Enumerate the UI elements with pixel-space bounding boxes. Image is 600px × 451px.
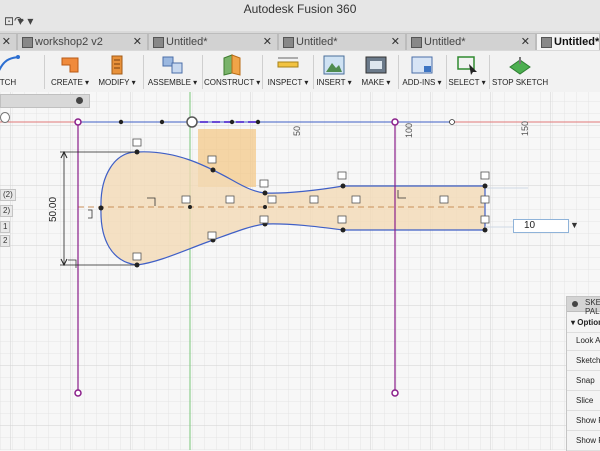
side-label: 1 xyxy=(0,221,11,233)
assemble-icon xyxy=(162,56,182,74)
document-icon xyxy=(411,37,422,48)
separator xyxy=(143,55,144,89)
tab-label: Untitled* xyxy=(166,36,208,48)
palette-item-slice[interactable]: Slice xyxy=(567,390,600,411)
document-icon xyxy=(22,37,33,48)
redo-icon[interactable]: ↷ ▾ xyxy=(14,14,33,28)
tab-untitled-1[interactable]: Untitled* ✕ xyxy=(148,33,278,50)
create-label: CREATE ▾ xyxy=(50,78,90,87)
insert-image-icon xyxy=(323,55,345,75)
sketch-canvas[interactable]: 50 100 150 50.00 (2) 2) 1 2 xyxy=(0,92,600,450)
inspect-menu[interactable]: INSPECT ▾ xyxy=(265,51,311,92)
make-label: MAKE ▾ xyxy=(361,78,391,87)
stop-sketch-label: STOP SKETCH xyxy=(492,78,549,87)
sketch-label: TCH xyxy=(0,78,17,87)
side-label: 2 xyxy=(0,235,11,247)
tab-workshop2[interactable]: workshop2 v2 ✕ xyxy=(17,33,148,50)
panel-collapse-icon[interactable] xyxy=(76,97,83,104)
sketch-palette: SKETCH PALETTE ▾ Options Look At Sketch … xyxy=(566,296,600,451)
sketch-palette-header[interactable]: SKETCH PALETTE xyxy=(567,297,600,316)
construct-icon xyxy=(223,54,241,76)
stop-sketch-icon xyxy=(509,57,531,75)
palette-item-show-profile[interactable]: Show Profile xyxy=(567,410,600,431)
palette-item-show-points[interactable]: Show Points xyxy=(567,430,600,451)
close-icon[interactable]: ✕ xyxy=(521,34,530,50)
assemble-label: ASSEMBLE ▾ xyxy=(147,78,198,87)
tab-untitled-active[interactable]: Untitled* xyxy=(536,33,600,50)
separator xyxy=(446,55,447,89)
document-tabs: ✕ workshop2 v2 ✕ Untitled* ✕ Untitled* ✕… xyxy=(0,31,600,52)
palette-collapse-icon[interactable] xyxy=(572,301,578,307)
ruler-tick-50: 50 xyxy=(292,126,302,136)
create-menu[interactable]: CREATE ▾ xyxy=(48,51,92,92)
origin-visibility-icon[interactable] xyxy=(0,112,10,123)
close-icon[interactable]: ✕ xyxy=(2,34,11,50)
close-icon[interactable]: ✕ xyxy=(133,34,142,50)
addins-menu[interactable]: ADD-INS ▾ xyxy=(400,51,444,92)
assemble-menu[interactable]: ASSEMBLE ▾ xyxy=(145,51,200,92)
tab-untitled-3[interactable]: Untitled* ✕ xyxy=(406,33,536,50)
addins-label: ADD-INS ▾ xyxy=(402,78,442,87)
title-bar: Autodesk Fusion 360 ⊡ ▾ ↷ ▾ xyxy=(0,0,600,32)
tab-untitled-2[interactable]: Untitled* ✕ xyxy=(278,33,406,50)
palette-item-snap[interactable]: Snap xyxy=(567,370,600,391)
separator xyxy=(313,55,314,89)
select-menu[interactable]: SELECT ▾ xyxy=(448,51,486,92)
options-label: Options xyxy=(577,318,600,327)
sketch-button[interactable]: TCH xyxy=(0,51,28,92)
ruler-tick-150: 150 xyxy=(520,121,530,136)
separator xyxy=(398,55,399,89)
addins-icon xyxy=(411,56,433,74)
document-icon xyxy=(541,37,552,48)
dimension-input[interactable]: 10 xyxy=(513,219,569,233)
tab-label: Untitled* xyxy=(554,36,600,48)
tab-label: Untitled* xyxy=(424,36,466,48)
sketch-curve-icon xyxy=(0,55,20,72)
select-label: SELECT ▾ xyxy=(448,78,486,87)
ruler-tick-100: 100 xyxy=(404,123,414,138)
close-icon[interactable]: ✕ xyxy=(391,34,400,50)
modify-label: MODIFY ▾ xyxy=(98,78,136,87)
inspect-label: INSPECT ▾ xyxy=(267,78,309,87)
dimension-dropdown-icon[interactable]: ▼ xyxy=(570,220,579,230)
side-label: (2) xyxy=(0,189,16,201)
insert-menu[interactable]: INSERT ▾ xyxy=(315,51,353,92)
make-printer-icon xyxy=(365,56,387,74)
make-menu[interactable]: MAKE ▾ xyxy=(356,51,396,92)
separator xyxy=(202,55,203,89)
side-label: 2) xyxy=(0,205,14,217)
close-icon[interactable]: ✕ xyxy=(263,34,272,50)
sketch-graphics[interactable]: 50 100 150 50.00 xyxy=(0,92,600,450)
stop-sketch-button[interactable]: STOP SKETCH xyxy=(492,51,548,92)
window-title: Autodesk Fusion 360 xyxy=(243,2,357,16)
height-dimension[interactable]: 50.00 xyxy=(48,197,59,222)
construct-menu[interactable]: CONSTRUCT ▾ xyxy=(204,51,260,92)
document-icon xyxy=(153,37,164,48)
construct-label: CONSTRUCT ▾ xyxy=(204,78,261,87)
browser-panel-header[interactable] xyxy=(0,94,90,108)
separator xyxy=(489,55,490,89)
inspect-icon xyxy=(277,57,299,68)
modify-icon xyxy=(111,55,123,75)
insert-label: INSERT ▾ xyxy=(316,78,352,87)
select-icon xyxy=(457,56,477,75)
create-icon xyxy=(61,57,79,73)
modify-menu[interactable]: MODIFY ▾ xyxy=(95,51,139,92)
toolbar: TCH CREATE ▾ MODIFY ▾ ASSEMBLE ▾ CONSTRU… xyxy=(0,51,600,93)
separator xyxy=(262,55,263,89)
palette-item-sketch-grid[interactable]: Sketch Grid xyxy=(567,350,600,371)
separator xyxy=(44,55,45,89)
tab-partial[interactable]: ✕ xyxy=(0,33,17,50)
tab-label: Untitled* xyxy=(296,36,338,48)
document-icon xyxy=(283,37,294,48)
tab-label: workshop2 v2 xyxy=(35,36,103,48)
palette-item-look-at[interactable]: Look At xyxy=(567,330,600,351)
